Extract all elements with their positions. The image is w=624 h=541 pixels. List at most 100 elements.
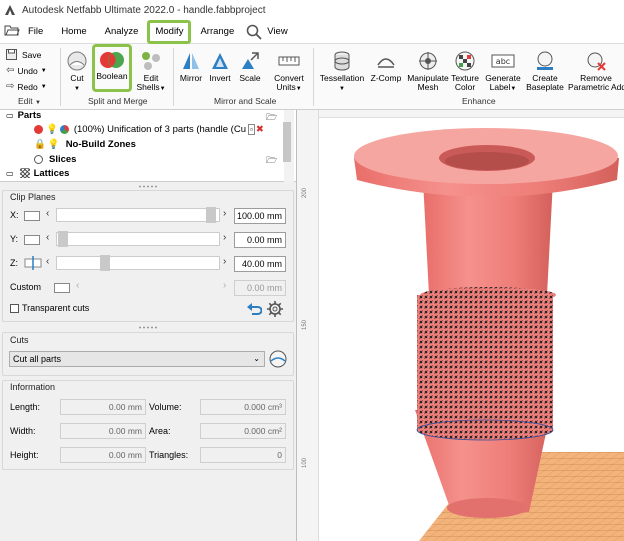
mirror-scale-group-label: Mirror and Scale bbox=[214, 96, 277, 106]
cuts-select-value: Cut all parts bbox=[13, 354, 62, 364]
texture-color-icon bbox=[455, 51, 475, 71]
split-merge-group-label: Split and Merge bbox=[88, 96, 148, 106]
splitter-handle[interactable] bbox=[138, 326, 158, 329]
parts-folder-icon[interactable]: 🗁 bbox=[266, 110, 277, 126]
edit-shells-button[interactable]: Edit Shells▼ bbox=[136, 50, 166, 94]
mirror-label: Mirror bbox=[179, 73, 203, 83]
chevron-down-icon: ⌄ bbox=[253, 354, 260, 363]
invert-button[interactable]: Invert bbox=[206, 50, 234, 83]
boolean-button[interactable]: Boolean bbox=[95, 50, 129, 81]
redo-button[interactable]: ⇨ Redo ▼ bbox=[6, 81, 47, 92]
reset-button[interactable] bbox=[246, 302, 263, 319]
x-slider[interactable] bbox=[56, 208, 220, 222]
transparent-cuts-label: Transparent cuts bbox=[22, 303, 90, 313]
splitter-handle[interactable] bbox=[138, 185, 158, 188]
tab-analyze[interactable]: Analyze bbox=[96, 20, 148, 44]
parts-label: Parts bbox=[17, 109, 42, 121]
z-value-input[interactable]: 40.00 mm bbox=[234, 256, 286, 272]
x-slider-left-arrow[interactable]: ‹ bbox=[46, 208, 49, 219]
remove-parametric-icon bbox=[587, 52, 606, 71]
ruler-icon bbox=[278, 56, 300, 66]
tree-lattices[interactable]: ▭ Lattices bbox=[6, 166, 69, 180]
save-button[interactable]: Save bbox=[6, 49, 41, 60]
scale-button[interactable]: Scale bbox=[236, 50, 264, 83]
triangles-value: 0 bbox=[200, 447, 286, 463]
y-slider[interactable] bbox=[56, 232, 220, 246]
file-menu[interactable]: File bbox=[0, 20, 52, 44]
tree-no-build-zones[interactable]: 🔒 💡 No-Build Zones bbox=[34, 137, 136, 151]
tab-home[interactable]: Home bbox=[52, 20, 95, 44]
manipulate-mesh-button[interactable]: Manipulate Mesh bbox=[406, 50, 450, 92]
lock-icon: 🔒 bbox=[34, 138, 46, 150]
y-label: Y: bbox=[10, 234, 19, 244]
ruler-tick-200: 200 bbox=[302, 187, 308, 198]
transparent-cuts-checkbox[interactable]: Transparent cuts bbox=[10, 303, 89, 313]
y-slider-left-arrow[interactable]: ‹ bbox=[46, 232, 49, 243]
search-button[interactable] bbox=[243, 20, 265, 44]
texture-label-2: Color bbox=[454, 82, 476, 92]
gear-icon bbox=[267, 301, 283, 317]
ruler-tick-100: 100 bbox=[302, 457, 308, 468]
height-value: 0.00 mm bbox=[60, 447, 146, 463]
tree-parts[interactable]: ▭ Parts bbox=[6, 108, 41, 122]
mirror-button[interactable]: Mirror bbox=[177, 50, 205, 83]
part-bulb-icon: 💡 bbox=[46, 123, 58, 135]
width-value: 0.00 mm bbox=[60, 423, 146, 439]
height-label: Height: bbox=[10, 450, 39, 460]
3d-viewport[interactable]: 200 150 100 bbox=[296, 110, 624, 541]
x-label: X: bbox=[10, 210, 19, 220]
undo-button[interactable]: ⇦ Undo ▼ bbox=[6, 65, 47, 76]
tessellation-button[interactable]: Tessellation ▼ bbox=[318, 50, 366, 94]
z-label: Z: bbox=[10, 258, 18, 268]
ribbon-separator bbox=[173, 48, 174, 106]
edit-group-menu[interactable]: Edit ▼ bbox=[18, 96, 41, 106]
area-label: Area: bbox=[149, 426, 171, 436]
z-slider-right-arrow[interactable]: › bbox=[223, 256, 226, 267]
checkbox-box bbox=[10, 303, 19, 313]
triangles-label: Triangles: bbox=[149, 450, 189, 460]
remove-parametric-button[interactable]: Remove Parametric Add bbox=[568, 50, 624, 92]
tree-scroll-thumb[interactable] bbox=[283, 122, 291, 162]
cuts-select[interactable]: Cut all parts ⌄ bbox=[9, 351, 265, 367]
tab-view[interactable]: View bbox=[265, 20, 296, 44]
z-slider-thumb[interactable] bbox=[100, 255, 110, 271]
generate-label-button[interactable]: abc Generate Label▼ bbox=[484, 50, 522, 94]
project-tree: ▭ Parts 🗁 💡 (100%) Unification of 3 part… bbox=[0, 110, 296, 182]
tree-part-item[interactable]: 💡 (100%) Unification of 3 parts (handle … bbox=[34, 122, 264, 136]
cut-label: Cut bbox=[70, 73, 84, 83]
cuts-apply-button[interactable] bbox=[268, 349, 288, 372]
z-slider[interactable] bbox=[56, 256, 220, 270]
create-baseplate-button[interactable]: Create Baseplate bbox=[524, 50, 566, 92]
z-comp-label: Z-Comp bbox=[370, 73, 402, 83]
manipulate-label-2: Mesh bbox=[417, 82, 439, 92]
y-slider-right-arrow[interactable]: › bbox=[223, 232, 226, 243]
tree-scrollbar[interactable] bbox=[283, 110, 294, 182]
convert-units-button[interactable]: Convert Units▼ bbox=[270, 50, 308, 94]
edit-group-label: Edit bbox=[18, 96, 33, 106]
undo-label: Undo bbox=[17, 65, 38, 76]
edit-shells-icon bbox=[142, 52, 160, 70]
z-comp-button[interactable]: Z-Comp bbox=[368, 50, 404, 83]
tab-arrange[interactable]: Arrange bbox=[191, 20, 243, 44]
abc-label-icon: abc bbox=[491, 54, 515, 68]
z-slider-left-arrow[interactable]: ‹ bbox=[46, 256, 49, 267]
mirror-icon bbox=[183, 53, 199, 69]
y-value-input[interactable]: 0.00 mm bbox=[234, 232, 286, 248]
tree-slices[interactable]: Slices bbox=[34, 152, 76, 166]
x-slider-right-arrow[interactable]: › bbox=[223, 208, 226, 219]
x-slider-thumb[interactable] bbox=[206, 207, 216, 223]
texture-color-button[interactable]: Texture Color bbox=[449, 50, 481, 92]
baseplate-icon bbox=[537, 51, 553, 70]
tab-modify[interactable]: Modify bbox=[147, 19, 192, 44]
netfabb-logo-icon bbox=[4, 4, 16, 16]
no-build-bulb-icon: 💡 bbox=[47, 138, 60, 150]
volume-value: 0.000 cm³ bbox=[200, 399, 286, 415]
settings-button[interactable] bbox=[266, 300, 284, 321]
x-value-input[interactable]: 100.00 mm bbox=[234, 208, 286, 224]
menu-bar: File Home Analyze Modify Arrange View bbox=[0, 19, 624, 44]
y-slider-thumb[interactable] bbox=[58, 231, 68, 247]
custom-plane-icon bbox=[54, 283, 70, 293]
custom-slider-right-arrow: › bbox=[223, 280, 227, 291]
cut-button[interactable]: Cut ▼ bbox=[64, 50, 90, 94]
slices-folder-icon[interactable]: 🗁 bbox=[266, 153, 277, 169]
